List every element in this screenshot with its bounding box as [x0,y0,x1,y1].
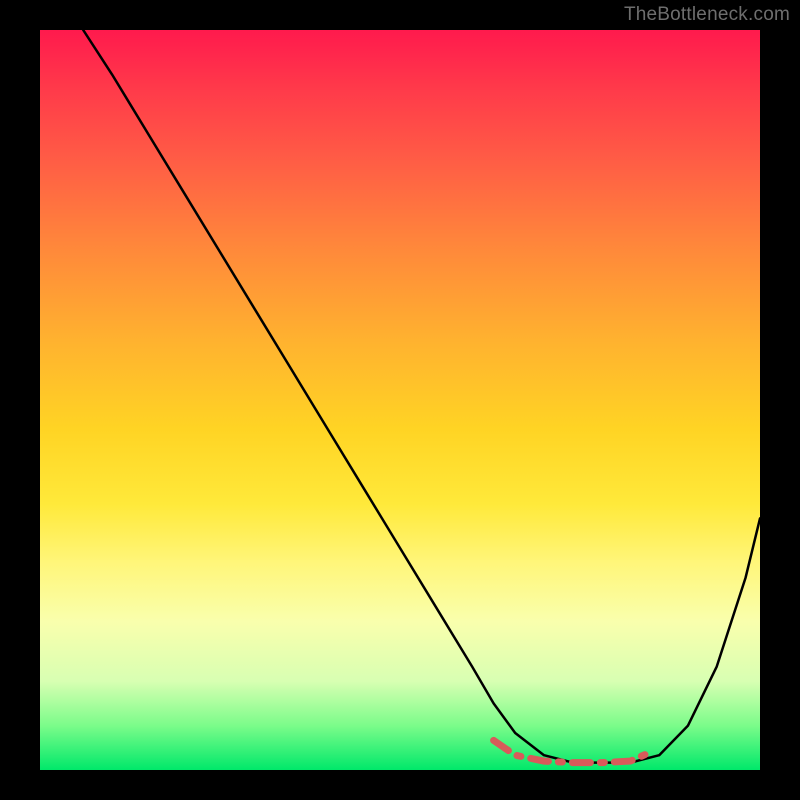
chart-svg [40,30,760,770]
chart-frame: TheBottleneck.com [0,0,800,800]
main-curve-path [83,30,760,763]
valley-dashed-path [494,740,652,762]
watermark-text: TheBottleneck.com [624,4,790,26]
chart-plot-area [40,30,760,770]
